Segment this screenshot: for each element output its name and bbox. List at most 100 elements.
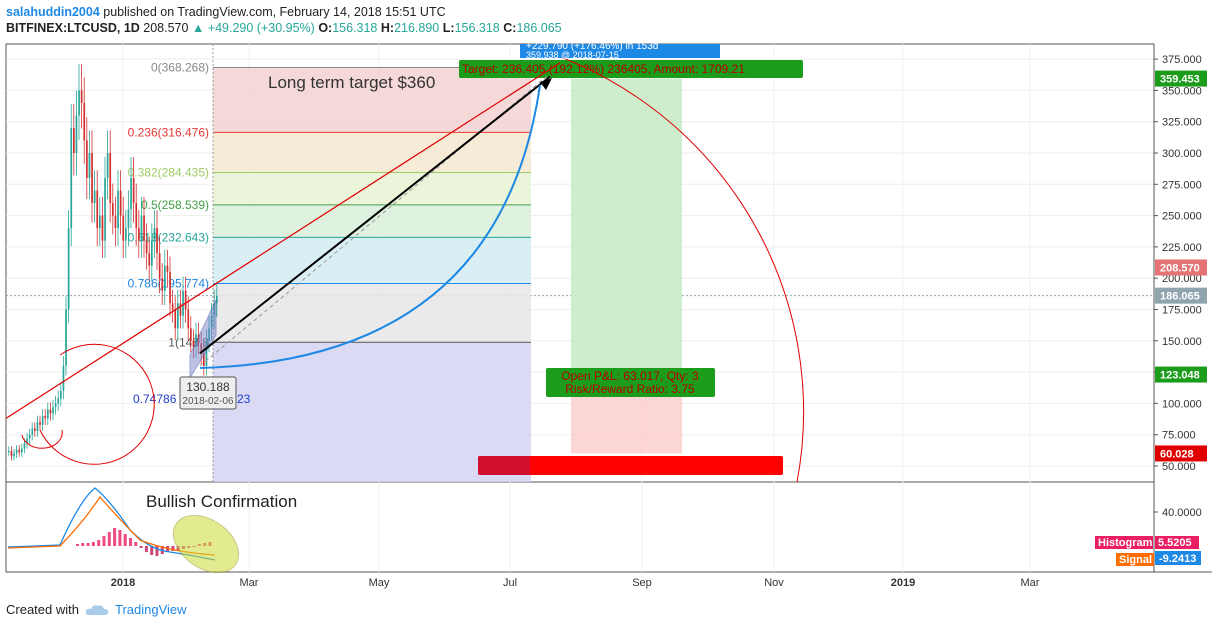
- macd-histogram-bar: [91, 542, 95, 546]
- macd-histogram-bar: [86, 543, 90, 546]
- fib-zone: [213, 237, 531, 284]
- candle-body: [109, 153, 112, 204]
- candle-body: [138, 228, 140, 241]
- candle-body: [52, 407, 54, 414]
- macd-histogram-bar: [107, 532, 111, 546]
- circle-small-marker: [21, 429, 63, 449]
- candle-body: [21, 448, 23, 453]
- candle-body: [122, 215, 125, 241]
- candle-body: [169, 271, 171, 304]
- candle-body: [80, 90, 83, 103]
- fib-zone: [213, 204, 531, 238]
- candle-body: [114, 215, 117, 229]
- candle-body: [34, 428, 36, 431]
- fib-level-label: 0(368.268): [151, 61, 209, 75]
- target-label-text: Target: 236.405 (192.12%) 236405, Amount…: [462, 62, 745, 76]
- price-tag-label: 359.453: [1160, 74, 1200, 86]
- macd-histogram-bar: [118, 530, 122, 546]
- candle-body: [151, 240, 153, 266]
- top-blue-text2: 359.938 @ 2018-07-15: [526, 50, 619, 60]
- candle-body: [117, 190, 119, 229]
- stop-bar-left: [478, 456, 530, 475]
- price-tick-label: 300.000: [1162, 148, 1202, 160]
- candle-body: [44, 415, 47, 419]
- histogram-legend-label: Histogram: [1098, 537, 1153, 549]
- time-tick-label: 2018: [111, 577, 135, 589]
- fib-zone: [213, 132, 531, 173]
- time-tick-label: 2019: [891, 577, 915, 589]
- price-tick-label: 275.000: [1162, 179, 1202, 191]
- macd-histogram-bar: [76, 544, 79, 546]
- candle-body: [96, 190, 99, 229]
- candle-body: [75, 115, 78, 153]
- candle-body: [106, 153, 109, 179]
- time-tick-label: Sep: [632, 577, 652, 589]
- candle-body: [23, 443, 26, 449]
- candle-body: [88, 153, 91, 179]
- fib-zone: [213, 172, 531, 205]
- tradingview-link[interactable]: TradingView: [115, 602, 187, 617]
- price-tick-label: 250.000: [1162, 211, 1202, 223]
- candle-body: [119, 190, 122, 216]
- candle-body: [10, 450, 13, 456]
- macd-histogram-bar: [102, 536, 106, 546]
- candle-body: [67, 228, 70, 310]
- candle-body: [187, 309, 190, 329]
- tradingview-cloud-icon: [85, 604, 109, 615]
- time-tick-label: May: [369, 577, 390, 589]
- signal-legend-label: Signal: [1119, 554, 1152, 566]
- candle-body: [112, 203, 114, 216]
- macd-histogram-bar: [139, 546, 143, 548]
- time-axis[interactable]: 2018 Mar May Jul Sep Nov 2019 Mar: [111, 577, 1040, 589]
- fib-extra-label-tail: 23: [237, 392, 251, 406]
- candle-body: [177, 303, 179, 329]
- target-zone: [571, 78, 682, 375]
- low-marker-date: 2018-02-06: [182, 396, 234, 407]
- candle-body: [190, 328, 192, 341]
- macd-histogram-bar: [113, 528, 117, 546]
- candle-body: [62, 365, 65, 391]
- candle-body: [135, 203, 138, 229]
- macd-histogram-bar: [123, 534, 127, 546]
- candle-body: [28, 434, 31, 439]
- time-tick-label: Mar: [1021, 577, 1040, 589]
- fib-level-label: 0.382(284.435): [128, 165, 209, 179]
- candle-body: [15, 449, 18, 454]
- candle-body: [140, 215, 143, 241]
- candle-body: [49, 409, 52, 414]
- candle-body: [83, 102, 86, 141]
- price-tag-label: 123.048: [1160, 370, 1200, 382]
- candle-body: [8, 450, 10, 452]
- time-tick-label: Mar: [240, 577, 259, 589]
- candle-body: [31, 428, 34, 435]
- candle-body: [36, 422, 39, 431]
- candle-body: [101, 215, 104, 241]
- candle-body: [78, 90, 80, 116]
- candle-body: [39, 422, 41, 425]
- signal-value: -9.2413: [1159, 553, 1196, 565]
- candle-body: [60, 390, 62, 399]
- price-tick-label: 100.000: [1162, 398, 1202, 410]
- fib-level-label: 0.786(195.774): [128, 276, 209, 290]
- price-tick-label: 75.000: [1162, 430, 1196, 442]
- candle-body: [86, 140, 88, 179]
- candle-body: [148, 253, 151, 266]
- created-with-label: Created with: [6, 602, 79, 617]
- candle-body: [125, 228, 127, 241]
- price-tag-label: 208.570: [1160, 262, 1200, 274]
- candle-body: [179, 303, 182, 316]
- price-tick-label: 225.000: [1162, 242, 1202, 254]
- long-term-target-note: Long term target $360: [268, 73, 435, 92]
- time-tick-label: Jul: [503, 577, 517, 589]
- pnl-text: Open P&L: 63.017, Qty: 3: [561, 369, 699, 383]
- candle-body: [161, 278, 164, 291]
- candle-body: [73, 127, 75, 153]
- footer: Created with TradingView: [6, 602, 187, 617]
- price-axis[interactable]: 50.00075.000100.000125.000150.000175.000…: [1153, 44, 1207, 572]
- price-chart[interactable]: 0(368.268) 0.236(316.476) 0.382(284.435) 0.…: [0, 0, 1219, 600]
- fibonacci-retracement[interactable]: 0(368.268) 0.236(316.476) 0.382(284.435) 0.…: [128, 44, 531, 482]
- fib-level-label: 0.618(232.643): [128, 230, 209, 244]
- candle-body: [104, 178, 106, 241]
- macd-tick-label: 40.0000: [1162, 507, 1202, 519]
- price-tick-label: 325.000: [1162, 117, 1202, 129]
